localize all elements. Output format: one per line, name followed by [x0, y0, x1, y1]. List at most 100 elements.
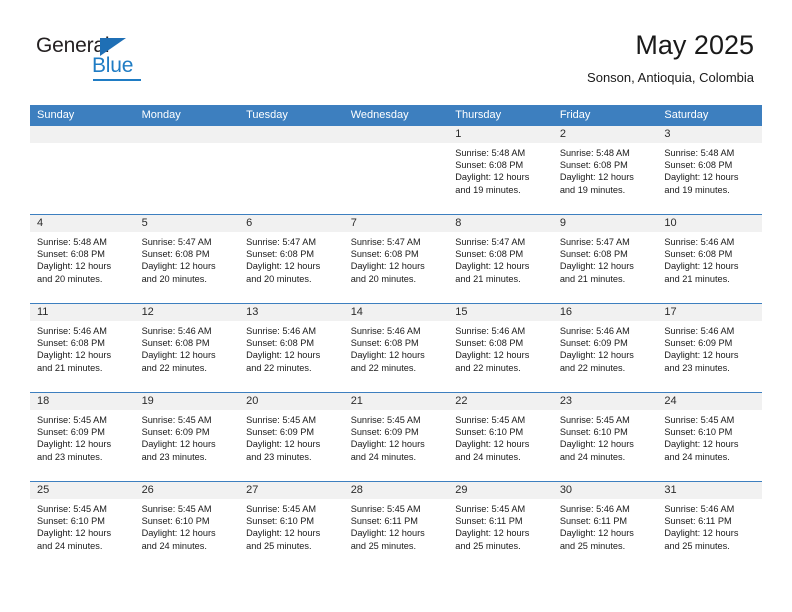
day-info-line: Sunset: 6:08 PM	[664, 249, 733, 260]
day-info-line: Daylight: 12 hours	[455, 261, 530, 272]
calendar-day-cell[interactable]: 17 Sunrise: 5:46 AM Sunset: 6:09 PM Dayligh…	[657, 303, 762, 392]
day-number: 13	[239, 304, 344, 321]
day-number: 31	[657, 482, 762, 499]
day-number: 11	[30, 304, 135, 321]
day-info-line: and 22 minutes.	[246, 362, 312, 373]
page-title: May 2025	[635, 30, 754, 60]
day-info-line: Sunrise: 5:48 AM	[559, 148, 630, 158]
day-sun-info: Sunrise: 5:46 AM Sunset: 6:09 PM Daylight:…	[553, 321, 658, 374]
calendar-day-cell[interactable]: 30 Sunrise: 5:46 AM Sunset: 6:11 PM Dayligh…	[552, 481, 658, 570]
day-sun-info: Sunrise: 5:45 AM Sunset: 6:11 PM Daylight:…	[448, 499, 553, 552]
calendar-day-cell[interactable]: 28 Sunrise: 5:45 AM Sunset: 6:11 PM Dayligh…	[343, 481, 449, 570]
calendar-weeks: 1 Sunrise: 5:48 AM Sunset: 6:08 PM Daylight…	[30, 125, 762, 570]
day-sun-info: Sunrise: 5:46 AM Sunset: 6:08 PM Daylight:…	[448, 321, 553, 374]
day-info-line: and 25 minutes.	[559, 540, 626, 551]
day-info-line: and 21 minutes.	[37, 362, 103, 373]
day-sun-info: Sunrise: 5:46 AM Sunset: 6:08 PM Daylight:…	[657, 232, 762, 285]
calendar-week-row: 11 Sunrise: 5:46 AM Sunset: 6:08 PM Dayligh…	[30, 303, 762, 392]
day-number: 30	[552, 482, 658, 499]
day-info-line: Sunrise: 5:48 AM	[664, 148, 735, 158]
calendar-day-cell[interactable]: 19 Sunrise: 5:45 AM Sunset: 6:09 PM Dayligh…	[134, 392, 240, 481]
day-info-line: Daylight: 12 hours	[246, 439, 321, 450]
weekday-header-wednesday: Wednesday	[350, 109, 409, 121]
calendar-day-cell[interactable]: 9 Sunrise: 5:47 AM Sunset: 6:08 PM Daylight…	[552, 214, 658, 303]
day-sun-info: Sunrise: 5:45 AM Sunset: 6:10 PM Daylight:…	[30, 499, 135, 552]
day-sun-info: Sunrise: 5:46 AM Sunset: 6:11 PM Daylight:…	[657, 499, 762, 552]
day-sun-info: Sunrise: 5:45 AM Sunset: 6:10 PM Daylight:…	[553, 410, 658, 463]
calendar-day-cell[interactable]: 7 Sunrise: 5:47 AM Sunset: 6:08 PM Daylight…	[343, 214, 449, 303]
day-info-line: Daylight: 12 hours	[246, 528, 321, 539]
day-info-line: Daylight: 12 hours	[246, 261, 321, 272]
calendar-day-cell[interactable]: 3 Sunrise: 5:48 AM Sunset: 6:08 PM Daylight…	[657, 125, 762, 214]
day-number: 1	[448, 126, 553, 143]
calendar-day-cell[interactable]: 11 Sunrise: 5:46 AM Sunset: 6:08 PM Dayligh…	[30, 303, 135, 392]
day-sun-info: Sunrise: 5:46 AM Sunset: 6:08 PM Daylight:…	[344, 321, 449, 374]
day-info-line: Daylight: 12 hours	[350, 439, 425, 450]
calendar-day-cell[interactable]: 20 Sunrise: 5:45 AM Sunset: 6:09 PM Dayligh…	[239, 392, 344, 481]
day-sun-info: Sunrise: 5:48 AM Sunset: 6:08 PM Daylight:…	[553, 143, 658, 196]
day-info-line: Daylight: 12 hours	[37, 439, 112, 450]
day-info-line: Daylight: 12 hours	[455, 172, 530, 183]
day-number: 7	[343, 215, 449, 232]
day-sun-info: Sunrise: 5:45 AM Sunset: 6:11 PM Daylight:…	[344, 499, 449, 552]
day-number: 16	[552, 304, 658, 321]
calendar-day-cell[interactable]: 1 Sunrise: 5:48 AM Sunset: 6:08 PM Daylight…	[448, 125, 553, 214]
day-number: 21	[343, 393, 449, 410]
day-info-line: Daylight: 12 hours	[664, 172, 739, 183]
calendar-day-cell[interactable]: 14 Sunrise: 5:46 AM Sunset: 6:08 PM Dayligh…	[343, 303, 449, 392]
calendar-day-cell[interactable]: 6 Sunrise: 5:47 AM Sunset: 6:08 PM Daylight…	[239, 214, 344, 303]
calendar-day-cell[interactable]: 27 Sunrise: 5:45 AM Sunset: 6:10 PM Dayligh…	[239, 481, 344, 570]
day-number: 10	[657, 215, 762, 232]
day-info-line: Sunrise: 5:46 AM	[246, 326, 317, 336]
calendar-day-cell[interactable]: 4 Sunrise: 5:48 AM Sunset: 6:08 PM Daylight…	[30, 214, 135, 303]
day-info-line: Daylight: 12 hours	[350, 261, 425, 272]
day-info-line: Sunrise: 5:45 AM	[246, 415, 317, 425]
day-info-line: Sunset: 6:08 PM	[455, 249, 524, 260]
day-info-line: Sunrise: 5:45 AM	[455, 415, 526, 425]
day-number: 19	[134, 393, 240, 410]
calendar-day-cell[interactable]: 18 Sunrise: 5:45 AM Sunset: 6:09 PM Dayligh…	[30, 392, 135, 481]
calendar-day-cell[interactable]: 23 Sunrise: 5:45 AM Sunset: 6:10 PM Dayligh…	[552, 392, 658, 481]
calendar-day-cell[interactable]: 16 Sunrise: 5:46 AM Sunset: 6:09 PM Dayligh…	[552, 303, 658, 392]
calendar-day-cell[interactable]: 24 Sunrise: 5:45 AM Sunset: 6:10 PM Dayligh…	[657, 392, 762, 481]
calendar-day-cell[interactable]: 22 Sunrise: 5:45 AM Sunset: 6:10 PM Dayligh…	[448, 392, 553, 481]
day-info-line: Daylight: 12 hours	[141, 350, 216, 361]
calendar-day-cell[interactable]: 26 Sunrise: 5:45 AM Sunset: 6:10 PM Dayligh…	[134, 481, 240, 570]
day-number: 5	[134, 215, 240, 232]
day-info-line: Daylight: 12 hours	[559, 439, 634, 450]
day-number: 4	[30, 215, 135, 232]
day-sun-info: Sunrise: 5:45 AM Sunset: 6:09 PM Daylight:…	[239, 410, 344, 463]
calendar-day-cell[interactable]: 8 Sunrise: 5:47 AM Sunset: 6:08 PM Daylight…	[448, 214, 553, 303]
calendar-day-cell[interactable]: 10 Sunrise: 5:46 AM Sunset: 6:08 PM Dayligh…	[657, 214, 762, 303]
day-info-line: and 19 minutes.	[664, 184, 730, 195]
day-sun-info: Sunrise: 5:46 AM Sunset: 6:08 PM Daylight:…	[239, 321, 344, 374]
day-info-line: Daylight: 12 hours	[664, 439, 739, 450]
day-info-line: Sunrise: 5:46 AM	[664, 326, 735, 336]
day-info-line: and 20 minutes.	[246, 273, 312, 284]
day-info-line: Sunset: 6:10 PM	[246, 516, 315, 527]
day-number: 24	[657, 393, 762, 410]
page-subtitle: Sonson, Antioquia, Colombia	[587, 70, 754, 85]
general-blue-logo: General Blue	[36, 34, 156, 82]
day-sun-info: Sunrise: 5:47 AM Sunset: 6:08 PM Daylight:…	[135, 232, 240, 285]
day-sun-info	[239, 143, 344, 147]
day-info-line: Sunrise: 5:45 AM	[37, 415, 107, 425]
calendar-day-cell[interactable]: 25 Sunrise: 5:45 AM Sunset: 6:10 PM Dayligh…	[30, 481, 135, 570]
day-info-line: Sunset: 6:11 PM	[664, 516, 732, 527]
day-info-line: Daylight: 12 hours	[559, 172, 634, 183]
calendar-day-cell[interactable]: 12 Sunrise: 5:46 AM Sunset: 6:08 PM Dayligh…	[134, 303, 240, 392]
day-sun-info: Sunrise: 5:48 AM Sunset: 6:08 PM Daylight:…	[30, 232, 135, 285]
calendar-day-cell[interactable]: 5 Sunrise: 5:47 AM Sunset: 6:08 PM Daylight…	[134, 214, 240, 303]
calendar-day-cell[interactable]: 31 Sunrise: 5:46 AM Sunset: 6:11 PM Dayligh…	[657, 481, 762, 570]
day-number: 14	[343, 304, 449, 321]
calendar-day-cell[interactable]: 29 Sunrise: 5:45 AM Sunset: 6:11 PM Dayligh…	[448, 481, 553, 570]
day-sun-info: Sunrise: 5:45 AM Sunset: 6:09 PM Daylight:…	[135, 410, 240, 463]
day-number: 8	[448, 215, 553, 232]
calendar-day-cell[interactable]: 2 Sunrise: 5:48 AM Sunset: 6:08 PM Daylight…	[552, 125, 658, 214]
calendar-day-cell[interactable]: 21 Sunrise: 5:45 AM Sunset: 6:09 PM Dayligh…	[343, 392, 449, 481]
day-number: 25	[30, 482, 135, 499]
calendar-day-cell[interactable]: 15 Sunrise: 5:46 AM Sunset: 6:08 PM Dayligh…	[448, 303, 553, 392]
calendar-week-row: 4 Sunrise: 5:48 AM Sunset: 6:08 PM Daylight…	[30, 214, 762, 303]
day-number	[134, 126, 240, 143]
calendar-day-cell[interactable]: 13 Sunrise: 5:46 AM Sunset: 6:08 PM Dayligh…	[239, 303, 344, 392]
